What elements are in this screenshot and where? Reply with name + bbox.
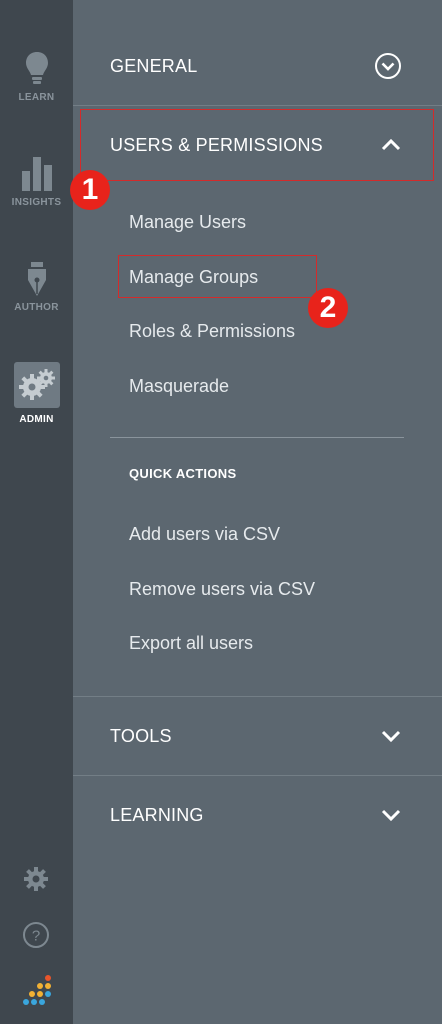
- rail-label-insights: INSIGHTS: [11, 197, 62, 208]
- lightbulb-icon: [25, 52, 48, 84]
- quick-action-add-users-csv[interactable]: Add users via CSV: [129, 524, 280, 545]
- section-learning-label: LEARNING: [110, 804, 204, 825]
- highlight-box-users-permissions: [80, 109, 434, 181]
- section-tools[interactable]: TOOLS: [73, 697, 442, 775]
- quick-actions-heading: QUICK ACTIONS: [129, 466, 237, 481]
- section-general-label: GENERAL: [110, 55, 198, 76]
- dots-logo-icon: [23, 975, 51, 1005]
- quick-action-export-all-users[interactable]: Export all users: [129, 633, 253, 654]
- help-icon[interactable]: ?: [22, 921, 50, 949]
- admin-icon-box: [13, 362, 60, 408]
- rail-item-admin[interactable]: ADMIN: [0, 362, 73, 425]
- chevron-down-icon[interactable]: [380, 725, 402, 747]
- rail-item-author[interactable]: AUTHOR: [0, 260, 73, 313]
- menu-item-roles-permissions[interactable]: Roles & Permissions: [129, 321, 295, 342]
- divider: [110, 437, 404, 438]
- bar-chart-icon: [21, 157, 52, 191]
- section-learning[interactable]: LEARNING: [73, 776, 442, 854]
- rail-label-author: AUTHOR: [14, 302, 59, 313]
- rail-label-learn: LEARN: [18, 92, 55, 103]
- step-badge-1: 1: [70, 170, 110, 210]
- left-nav-rail: LEARN INSIGHTS AUTHOR ADMIN ?: [0, 0, 73, 1024]
- step-badge-2: 2: [308, 288, 348, 328]
- pen-nib-icon: [27, 262, 46, 296]
- svg-text:?: ?: [32, 928, 40, 945]
- gears-icon: [18, 369, 55, 400]
- rail-label-admin: ADMIN: [19, 414, 54, 425]
- section-general[interactable]: GENERAL: [73, 27, 442, 105]
- rail-item-insights[interactable]: INSIGHTS: [0, 155, 73, 208]
- menu-item-masquerade[interactable]: Masquerade: [129, 376, 229, 397]
- chevron-down-circle-icon[interactable]: [374, 52, 402, 80]
- highlight-box-manage-groups: [118, 255, 317, 298]
- rail-item-learn[interactable]: LEARN: [0, 50, 73, 103]
- gear-icon[interactable]: [23, 866, 49, 892]
- chevron-down-icon[interactable]: [380, 804, 402, 826]
- menu-item-manage-users[interactable]: Manage Users: [129, 212, 246, 233]
- section-tools-label: TOOLS: [110, 725, 172, 746]
- quick-action-remove-users-csv[interactable]: Remove users via CSV: [129, 579, 315, 600]
